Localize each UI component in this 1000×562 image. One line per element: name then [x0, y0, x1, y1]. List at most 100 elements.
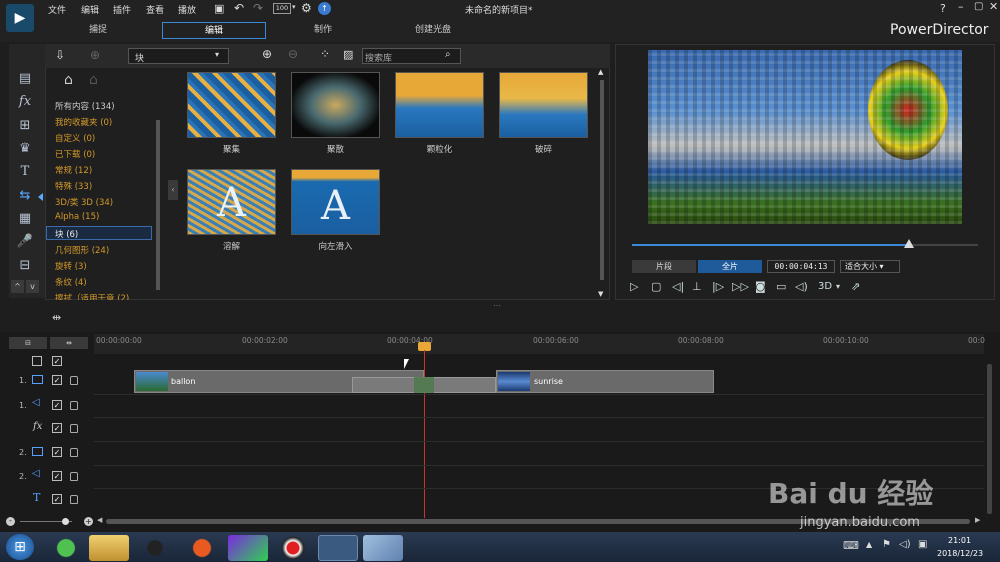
- library-scroll-down[interactable]: ▼: [598, 290, 603, 298]
- save-icon[interactable]: ▣: [214, 2, 224, 15]
- category-item[interactable]: Alpha (15): [55, 212, 99, 222]
- undock-icon[interactable]: ⇗: [851, 280, 860, 294]
- transition-thumb-granulate[interactable]: [395, 72, 484, 138]
- clock-time[interactable]: 21:01: [948, 536, 971, 545]
- fast-forward-icon[interactable]: ▷▷: [732, 280, 749, 294]
- category-item-selected[interactable]: 块 (6): [55, 228, 78, 240]
- lock-icon[interactable]: [70, 448, 78, 457]
- particle-room-icon[interactable]: ♛: [14, 140, 36, 158]
- list-view-icon[interactable]: ▨: [343, 48, 353, 61]
- track-enable-checkbox[interactable]: ✓: [52, 400, 62, 410]
- scroll-right-icon[interactable]: ▶: [975, 516, 980, 524]
- taskbar-app-explorer[interactable]: [89, 535, 129, 561]
- tray-network-icon[interactable]: ▣: [918, 539, 927, 550]
- category-item[interactable]: 已下载 (0): [55, 148, 95, 160]
- track-enable-checkbox[interactable]: ✓: [52, 447, 62, 457]
- settings-gear-icon[interactable]: ⚙: [301, 1, 312, 15]
- stop-icon[interactable]: ▢: [651, 280, 661, 294]
- lock-icon[interactable]: [70, 495, 78, 504]
- vertical-scrollbar[interactable]: [987, 364, 992, 514]
- transition-thumb-dissolve[interactable]: A: [187, 169, 276, 235]
- transition-room-icon[interactable]: ⇆: [14, 187, 36, 205]
- minimize-button[interactable]: –: [958, 0, 964, 13]
- track-enable-checkbox[interactable]: ✓: [52, 423, 62, 433]
- media-room-icon[interactable]: ▤: [14, 70, 36, 88]
- scroll-up-button[interactable]: ^: [11, 280, 24, 293]
- tab-edit[interactable]: 编辑: [162, 22, 266, 39]
- update-icon[interactable]: ↑: [318, 2, 331, 15]
- category-item[interactable]: 3D/类 3D (34): [55, 196, 113, 208]
- add-to-timeline-icon[interactable]: ⊕: [262, 47, 272, 61]
- taskbar-app-recorder[interactable]: [273, 535, 313, 561]
- tray-keyboard-icon[interactable]: ⌨: [843, 539, 859, 552]
- remove-favorite-icon[interactable]: ⌂: [89, 72, 98, 88]
- zoom-slider-thumb[interactable]: [62, 518, 69, 525]
- 3d-mode-button[interactable]: 3D: [818, 280, 832, 294]
- 3d-dropdown-icon[interactable]: ▾: [836, 280, 840, 294]
- library-scrollbar[interactable]: [600, 80, 604, 280]
- tray-volume-icon[interactable]: ◁): [899, 539, 911, 550]
- taskbar-app-qq[interactable]: [135, 535, 175, 561]
- track-enable-checkbox[interactable]: ✓: [52, 471, 62, 481]
- lock-icon[interactable]: [70, 376, 78, 385]
- zoom-dropdown-icon[interactable]: ▾: [292, 3, 296, 11]
- category-item[interactable]: 常规 (12): [55, 164, 92, 176]
- zoom-display[interactable]: 100: [273, 3, 291, 14]
- menu-edit[interactable]: 编辑: [81, 3, 99, 16]
- chapter-room-icon[interactable]: ⊟: [14, 257, 36, 275]
- add-favorite-icon[interactable]: ⌂: [64, 72, 73, 88]
- transition-thumb-scatter[interactable]: [291, 72, 380, 138]
- track-enable-checkbox[interactable]: ✓: [52, 494, 62, 504]
- fx-room-icon[interactable]: fx: [14, 93, 36, 111]
- grid-view-icon[interactable]: ⁘: [320, 47, 330, 61]
- scroll-left-icon[interactable]: ◀: [97, 516, 102, 524]
- library-scroll-up[interactable]: ▲: [598, 68, 603, 76]
- all-tracks-enable-checkbox[interactable]: ✓: [52, 356, 62, 366]
- download-icon[interactable]: ⊕: [90, 48, 100, 62]
- search-icon[interactable]: ⌕: [445, 49, 451, 60]
- lock-icon[interactable]: [70, 424, 78, 433]
- timeline-mode-button[interactable]: ⇹: [50, 337, 88, 349]
- category-item[interactable]: 我的收藏夹 (0): [55, 116, 112, 128]
- menu-play[interactable]: 播放: [178, 3, 196, 16]
- taskbar-app-notes[interactable]: [363, 535, 403, 561]
- volume-icon[interactable]: ◁): [795, 280, 808, 294]
- menu-view[interactable]: 查看: [146, 3, 164, 16]
- help-button[interactable]: ?: [940, 2, 946, 15]
- transition-thumb-gather[interactable]: [187, 72, 276, 138]
- split-icon[interactable]: ⊥: [692, 280, 702, 294]
- menu-plugins[interactable]: 插件: [113, 3, 131, 16]
- redo-icon[interactable]: ↷: [253, 1, 263, 15]
- category-item[interactable]: 旋转 (3): [55, 260, 87, 272]
- timecode-display[interactable]: 00:00:04:13: [767, 260, 835, 273]
- remove-icon[interactable]: ⊖: [288, 47, 298, 61]
- clip-mode-button[interactable]: 片段: [632, 260, 696, 273]
- previous-frame-icon[interactable]: ◁|: [672, 280, 684, 294]
- tray-expand-icon[interactable]: ▲: [866, 540, 872, 549]
- next-frame-icon[interactable]: |▷: [712, 280, 724, 294]
- tab-capture[interactable]: 捕捉: [50, 22, 146, 39]
- scroll-down-button[interactable]: v: [26, 280, 39, 293]
- category-item[interactable]: 自定义 (0): [55, 132, 95, 144]
- category-scrollbar[interactable]: [156, 120, 160, 290]
- subtitle-icon[interactable]: ▭: [776, 280, 786, 294]
- close-button[interactable]: ✕: [989, 0, 998, 13]
- track-enable-checkbox[interactable]: ✓: [52, 375, 62, 385]
- transition-thumb-slide-left[interactable]: A: [291, 169, 380, 235]
- transition-thumb-shatter[interactable]: [499, 72, 588, 138]
- clock-date[interactable]: 2018/12/23: [937, 549, 983, 558]
- category-item[interactable]: 几何图形 (24): [55, 244, 109, 256]
- taskbar-app-media[interactable]: [228, 535, 268, 561]
- category-item[interactable]: 擦拭（适用于章 (2): [55, 292, 150, 300]
- splitter-handle[interactable]: ⋯: [493, 301, 501, 310]
- zoom-in-icon[interactable]: +: [84, 517, 93, 526]
- snapshot-icon[interactable]: ◙: [755, 280, 766, 294]
- undo-icon[interactable]: ↶: [234, 1, 244, 15]
- category-item[interactable]: 条纹 (4): [55, 276, 87, 288]
- lock-icon[interactable]: [70, 401, 78, 410]
- preview-seek-thumb[interactable]: [903, 239, 914, 248]
- track-manager-button[interactable]: ⊟: [9, 337, 47, 349]
- taskbar-app-360[interactable]: [46, 535, 86, 561]
- lock-icon[interactable]: [70, 472, 78, 481]
- category-item[interactable]: 特殊 (33): [55, 180, 92, 192]
